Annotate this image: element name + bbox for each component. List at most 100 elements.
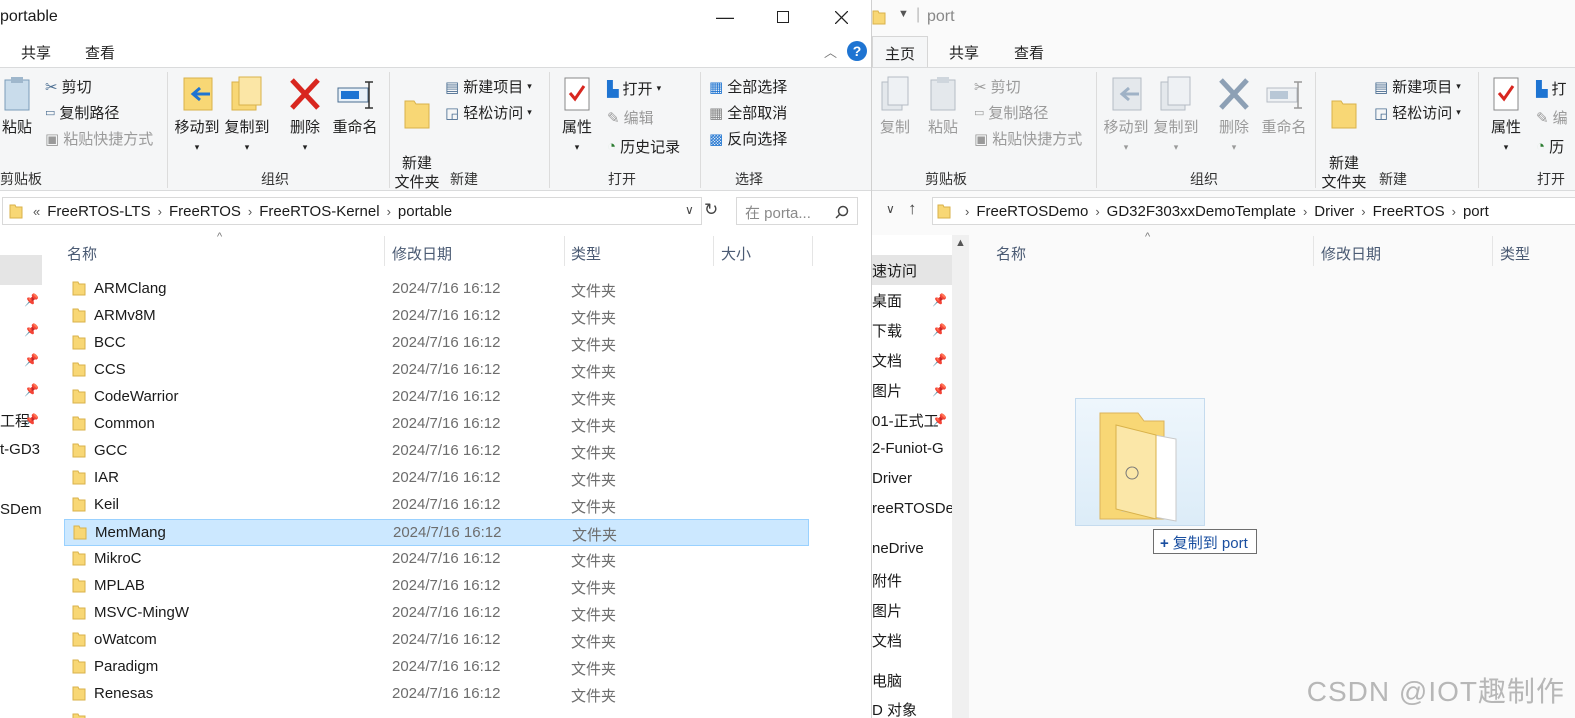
breadcrumb-chevron-icon[interactable]: › [248, 204, 252, 219]
nav-item[interactable]: Driver [872, 470, 912, 487]
column-divider[interactable] [1313, 236, 1314, 266]
column-header-type[interactable]: 类型 [571, 243, 601, 264]
history-dropdown-icon[interactable]: ∨ [685, 203, 694, 217]
column-divider[interactable] [384, 236, 385, 266]
maximize-button[interactable] [754, 0, 812, 34]
column-divider[interactable] [564, 236, 565, 266]
right-title-bar[interactable]: ▼ | port [872, 0, 1575, 34]
paste-button[interactable]: 粘贴 [924, 74, 962, 137]
copy-to-button[interactable]: 复制到 ▾ [1151, 74, 1201, 154]
breadcrumb-item[interactable]: FreeRTOS-Kernel [259, 203, 379, 220]
delete-button[interactable]: 删除 ▾ [1213, 74, 1255, 154]
table-row[interactable]: IAR 2024/7/16 16:12 文件夹 [64, 465, 809, 492]
nav-item[interactable]: 图片 [872, 600, 902, 621]
breadcrumb-item[interactable]: GD32F303xxDemoTemplate [1107, 203, 1296, 220]
nav-item[interactable]: reeRTOSDe [872, 500, 954, 517]
table-row[interactable]: ARMv8M 2024/7/16 16:12 文件夹 [64, 303, 809, 330]
copy-to-button[interactable]: 复制到 ▾ [222, 74, 272, 154]
breadcrumb-item[interactable]: FreeRTOSDemo [976, 203, 1088, 220]
close-button[interactable] [812, 0, 870, 34]
edit-button[interactable]: ✎ 编 [1536, 107, 1568, 128]
nav-item[interactable]: 01-正式工 [872, 410, 939, 431]
column-divider[interactable] [1492, 236, 1493, 266]
collapse-ribbon-icon[interactable]: ︿ [824, 42, 837, 61]
overflow-chevron-icon[interactable]: « [33, 204, 40, 219]
table-row[interactable]: MikroC 2024/7/16 16:12 文件夹 [64, 546, 809, 573]
column-header-date[interactable]: 修改日期 [392, 243, 452, 264]
table-row[interactable]: ARMClang 2024/7/16 16:12 文件夹 [64, 276, 809, 303]
pin-icon[interactable]: 📌 [932, 353, 947, 367]
move-to-button[interactable]: 移动到 ▾ [172, 74, 222, 154]
breadcrumb-chevron-icon[interactable]: › [965, 204, 969, 219]
breadcrumb-chevron-icon[interactable]: › [158, 204, 162, 219]
copy-path-button[interactable]: ▭ 复制路径 [974, 102, 1048, 123]
tab-share[interactable]: 共享 [949, 42, 979, 63]
select-all-button[interactable]: ▦ 全部选择 [709, 76, 787, 97]
nav-item[interactable]: 文档 [872, 630, 902, 651]
cut-button[interactable]: ✂ 剪切 [45, 76, 92, 97]
edit-button[interactable]: ✎ 编辑 [607, 107, 654, 128]
table-row[interactable]: Common 2024/7/16 16:12 文件夹 [64, 411, 809, 438]
nav-item[interactable]: 桌面 [872, 290, 902, 311]
table-row[interactable]: MPLAB 2024/7/16 16:12 文件夹 [64, 573, 809, 600]
invert-selection-button[interactable]: ▩ 反向选择 [709, 128, 787, 149]
quick-access-toolbar-dropdown-icon[interactable]: ▼ [898, 8, 909, 20]
pin-icon[interactable]: 📌 [24, 293, 39, 307]
history-button[interactable]: ◔ 历史记录 [607, 136, 680, 157]
table-row[interactable]: MSVC-MingW 2024/7/16 16:12 文件夹 [64, 600, 809, 627]
table-row[interactable]: BCC 2024/7/16 16:12 文件夹 [64, 330, 809, 357]
rename-button[interactable]: 重命名 [330, 74, 380, 137]
delete-button[interactable]: 删除 ▾ [284, 74, 326, 154]
column-divider[interactable] [713, 236, 714, 266]
properties-button[interactable]: 属性 ▾ [1485, 74, 1527, 154]
column-header-type[interactable]: 类型 [1500, 243, 1530, 264]
move-to-button[interactable]: 移动到 ▾ [1101, 74, 1151, 154]
nav-scrollbar[interactable]: ▲ [952, 235, 969, 718]
breadcrumb-item[interactable]: FreeRTOS-LTS [47, 203, 150, 220]
nav-item[interactable]: 文档 [872, 350, 902, 371]
column-header-size[interactable]: 大小 [721, 243, 751, 264]
nav-item[interactable]: 图片 [872, 380, 902, 401]
pin-icon[interactable]: 📌 [932, 383, 947, 397]
column-divider[interactable] [812, 236, 813, 266]
minimize-button[interactable]: — [696, 0, 754, 34]
easy-access-button[interactable]: ◲ 轻松访问 ▾ [445, 102, 532, 123]
nav-item[interactable]: 附件 [872, 570, 902, 591]
properties-button[interactable]: 属性 ▾ [556, 74, 598, 154]
pin-icon[interactable]: 📌 [24, 353, 39, 367]
easy-access-button[interactable]: ◲ 轻松访问 ▾ [1374, 102, 1461, 123]
open-button[interactable]: ▙ 打开 ▾ [607, 78, 661, 99]
search-input[interactable]: 在 porta... [736, 197, 858, 225]
tab-share[interactable]: 共享 [21, 42, 51, 63]
recent-locations-icon[interactable]: ∨ [886, 202, 895, 216]
pin-icon[interactable]: 📌 [932, 293, 947, 307]
tab-view[interactable]: 查看 [1014, 42, 1044, 63]
left-title-bar[interactable]: portable — [0, 0, 871, 34]
table-row-selected[interactable]: MemMang 2024/7/16 16:12 文件夹 [64, 519, 809, 546]
table-row[interactable]: CCS 2024/7/16 16:12 文件夹 [64, 357, 809, 384]
breadcrumb-chevron-icon[interactable]: › [1452, 204, 1456, 219]
breadcrumb-chevron-icon[interactable]: › [1095, 204, 1099, 219]
breadcrumb-chevron-icon[interactable]: › [1361, 204, 1365, 219]
nav-item[interactable]: neDrive [872, 540, 924, 557]
table-row[interactable]: Paradigm 2024/7/16 16:12 文件夹 [64, 654, 809, 681]
breadcrumb-item[interactable]: FreeRTOS [1373, 203, 1445, 220]
refresh-icon[interactable]: ↻ [704, 200, 718, 220]
breadcrumb-item[interactable]: port [1463, 203, 1489, 220]
nav-item[interactable]: 电脑 [872, 670, 902, 691]
table-row[interactable]: GCC 2024/7/16 16:12 文件夹 [64, 438, 809, 465]
new-folder-button[interactable]: 新建 文件夹 [1319, 74, 1369, 192]
column-header-name[interactable]: 名称 [67, 243, 97, 264]
new-item-button[interactable]: ▤ 新建项目 ▾ [445, 76, 532, 97]
pin-icon[interactable]: 📌 [932, 323, 947, 337]
nav-item[interactable]: t-GD3 [0, 441, 40, 458]
tab-view[interactable]: 查看 [85, 42, 115, 63]
breadcrumb-item[interactable]: FreeRTOS [169, 203, 241, 220]
left-address-bar[interactable]: « FreeRTOS-LTS › FreeRTOS › FreeRTOS-Kerne… [2, 197, 702, 225]
nav-item[interactable]: SDem [0, 501, 42, 518]
tab-home[interactable]: 主页 [872, 36, 929, 68]
table-row[interactable] [64, 708, 809, 718]
scroll-up-icon[interactable]: ▲ [955, 237, 966, 249]
nav-quick-access-highlight[interactable] [0, 255, 42, 285]
help-icon[interactable]: ? [847, 41, 867, 61]
